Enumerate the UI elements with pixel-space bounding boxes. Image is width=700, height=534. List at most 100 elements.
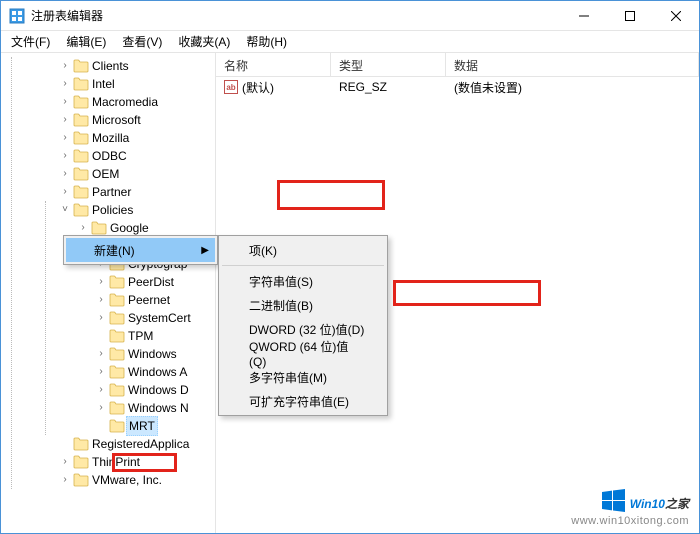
tree-item[interactable]: RegisteredApplica: [59, 435, 215, 453]
expand-toggle-icon[interactable]: ›: [95, 294, 107, 306]
col-data[interactable]: 数据: [446, 53, 699, 76]
tree-item-label: Mozilla: [92, 129, 129, 147]
tree-item[interactable]: ›Windows D: [59, 381, 215, 399]
ctx-string[interactable]: 字符串值(S): [221, 269, 385, 293]
expand-toggle-icon[interactable]: ›: [59, 114, 71, 126]
folder-icon: [109, 293, 125, 307]
expand-toggle-icon[interactable]: ›: [77, 222, 89, 234]
watermark-brand: Win10之家: [630, 487, 689, 515]
tree-item[interactable]: › Mozilla: [59, 129, 215, 147]
tree-item-label: Windows N: [128, 399, 189, 417]
menu-view[interactable]: 查看(V): [116, 31, 168, 52]
folder-icon: [109, 401, 125, 415]
expand-toggle-icon[interactable]: ›: [95, 312, 107, 324]
value-data: (数值未设置): [446, 77, 699, 98]
tree-item-label: ODBC: [92, 147, 127, 165]
folder-icon: [109, 275, 125, 289]
value-name: ab (默认): [216, 77, 331, 98]
folder-icon: [73, 203, 89, 217]
expand-toggle-icon[interactable]: ›: [59, 474, 71, 486]
ctx-binary-label: 二进制值(B): [249, 297, 313, 314]
tree-item-label: Windows: [128, 345, 177, 363]
expand-toggle-icon[interactable]: ›: [59, 78, 71, 90]
expand-toggle-icon[interactable]: ›: [59, 96, 71, 108]
folder-icon: [73, 185, 89, 199]
context-submenu-new: 项(K) 字符串值(S) 二进制值(B) DWORD (32 位)值(D) QW…: [218, 235, 388, 416]
tree-item-label: Windows A: [128, 363, 187, 381]
expand-toggle-icon[interactable]: ›: [95, 366, 107, 378]
expand-toggle-icon[interactable]: ›: [59, 60, 71, 72]
folder-icon: [109, 329, 125, 343]
folder-icon: [73, 167, 89, 181]
ctx-key-label: 项(K): [249, 242, 277, 259]
watermark-url: www.win10xitong.com: [571, 515, 689, 527]
submenu-arrow-icon: ▶: [201, 245, 209, 256]
expand-toggle-icon[interactable]: ›: [95, 276, 107, 288]
window-buttons: [561, 1, 699, 31]
expand-toggle-icon[interactable]: ›: [95, 348, 107, 360]
tree-item-label: Partner: [92, 183, 131, 201]
ctx-binary[interactable]: 二进制值(B): [221, 293, 385, 317]
folder-icon: [109, 347, 125, 361]
tree-item[interactable]: MRT: [59, 417, 215, 435]
folder-icon: [109, 419, 125, 433]
tree-item[interactable]: ›Peernet: [59, 291, 215, 309]
tree-item-label: Clients: [92, 57, 129, 75]
tree-item[interactable]: ›PeerDist: [59, 273, 215, 291]
folder-icon: [109, 365, 125, 379]
expand-toggle-icon[interactable]: ›: [59, 150, 71, 162]
folder-icon: [73, 95, 89, 109]
tree-item-label: Macromedia: [92, 93, 158, 111]
ctx-expand-label: 可扩充字符串值(E): [249, 393, 349, 410]
tree-item[interactable]: › ODBC: [59, 147, 215, 165]
ctx-qword[interactable]: QWORD (64 位)值(Q): [221, 341, 385, 365]
app-icon: [9, 8, 25, 24]
tree-item-label: Policies: [92, 201, 133, 219]
menu-file[interactable]: 文件(F): [5, 31, 56, 52]
tree-item[interactable]: ›Intel: [59, 75, 215, 93]
folder-icon: [109, 311, 125, 325]
folder-icon: [73, 131, 89, 145]
close-button[interactable]: [653, 1, 699, 31]
tree-item[interactable]: ›OEM: [59, 165, 215, 183]
tree-item[interactable]: › Partner: [59, 183, 215, 201]
tree-item[interactable]: ˅ Policies: [59, 201, 215, 219]
ctx-key[interactable]: 项(K): [221, 238, 385, 262]
expand-toggle-icon[interactable]: ›: [59, 456, 71, 468]
maximize-button[interactable]: [607, 1, 653, 31]
value-type: REG_SZ: [331, 78, 446, 96]
col-type[interactable]: 类型: [331, 53, 446, 76]
tree-item[interactable]: › Windows N: [59, 399, 215, 417]
expand-toggle-icon[interactable]: ›: [59, 132, 71, 144]
expand-toggle-icon[interactable]: ›: [95, 402, 107, 414]
menu-favorites[interactable]: 收藏夹(A): [172, 31, 236, 52]
tree-item-label: Microsoft: [92, 111, 141, 129]
watermark-suffix: 之家: [665, 497, 689, 511]
tree-item[interactable]: › Macromedia: [59, 93, 215, 111]
folder-icon: [73, 113, 89, 127]
value-row[interactable]: ab (默认) REG_SZ (数值未设置): [216, 77, 699, 97]
menu-edit[interactable]: 编辑(E): [60, 31, 112, 52]
expand-toggle-icon[interactable]: ˅: [59, 204, 71, 216]
tree-item[interactable]: › Microsoft: [59, 111, 215, 129]
tree-item[interactable]: ›SystemCert: [59, 309, 215, 327]
tree-item[interactable]: ›VMware, Inc.: [59, 471, 215, 489]
tree-item[interactable]: TPM: [59, 327, 215, 345]
expand-toggle-icon[interactable]: ›: [95, 384, 107, 396]
tree-item[interactable]: › Windows A: [59, 363, 215, 381]
minimize-button[interactable]: [561, 1, 607, 31]
tree-item-label: RegisteredApplica: [92, 435, 189, 453]
ctx-multi[interactable]: 多字符串值(M): [221, 365, 385, 389]
ctx-expand[interactable]: 可扩充字符串值(E): [221, 389, 385, 413]
tree-item[interactable]: ›ThinPrint: [59, 453, 215, 471]
tree-item-label: MRT: [126, 416, 158, 436]
menubar: 文件(F) 编辑(E) 查看(V) 收藏夹(A) 帮助(H): [1, 31, 699, 53]
expand-toggle-icon[interactable]: ›: [59, 186, 71, 198]
col-name[interactable]: 名称: [216, 53, 331, 76]
tree-item[interactable]: › Clients: [59, 57, 215, 75]
expand-toggle-icon[interactable]: ›: [59, 168, 71, 180]
tree-pane[interactable]: ›Clients›Intel›Macromedia›Microsoft›Mozi…: [1, 53, 216, 533]
menu-help[interactable]: 帮助(H): [240, 31, 293, 52]
ctx-new[interactable]: 新建(N) ▶: [66, 238, 215, 262]
tree-item[interactable]: › Windows: [59, 345, 215, 363]
